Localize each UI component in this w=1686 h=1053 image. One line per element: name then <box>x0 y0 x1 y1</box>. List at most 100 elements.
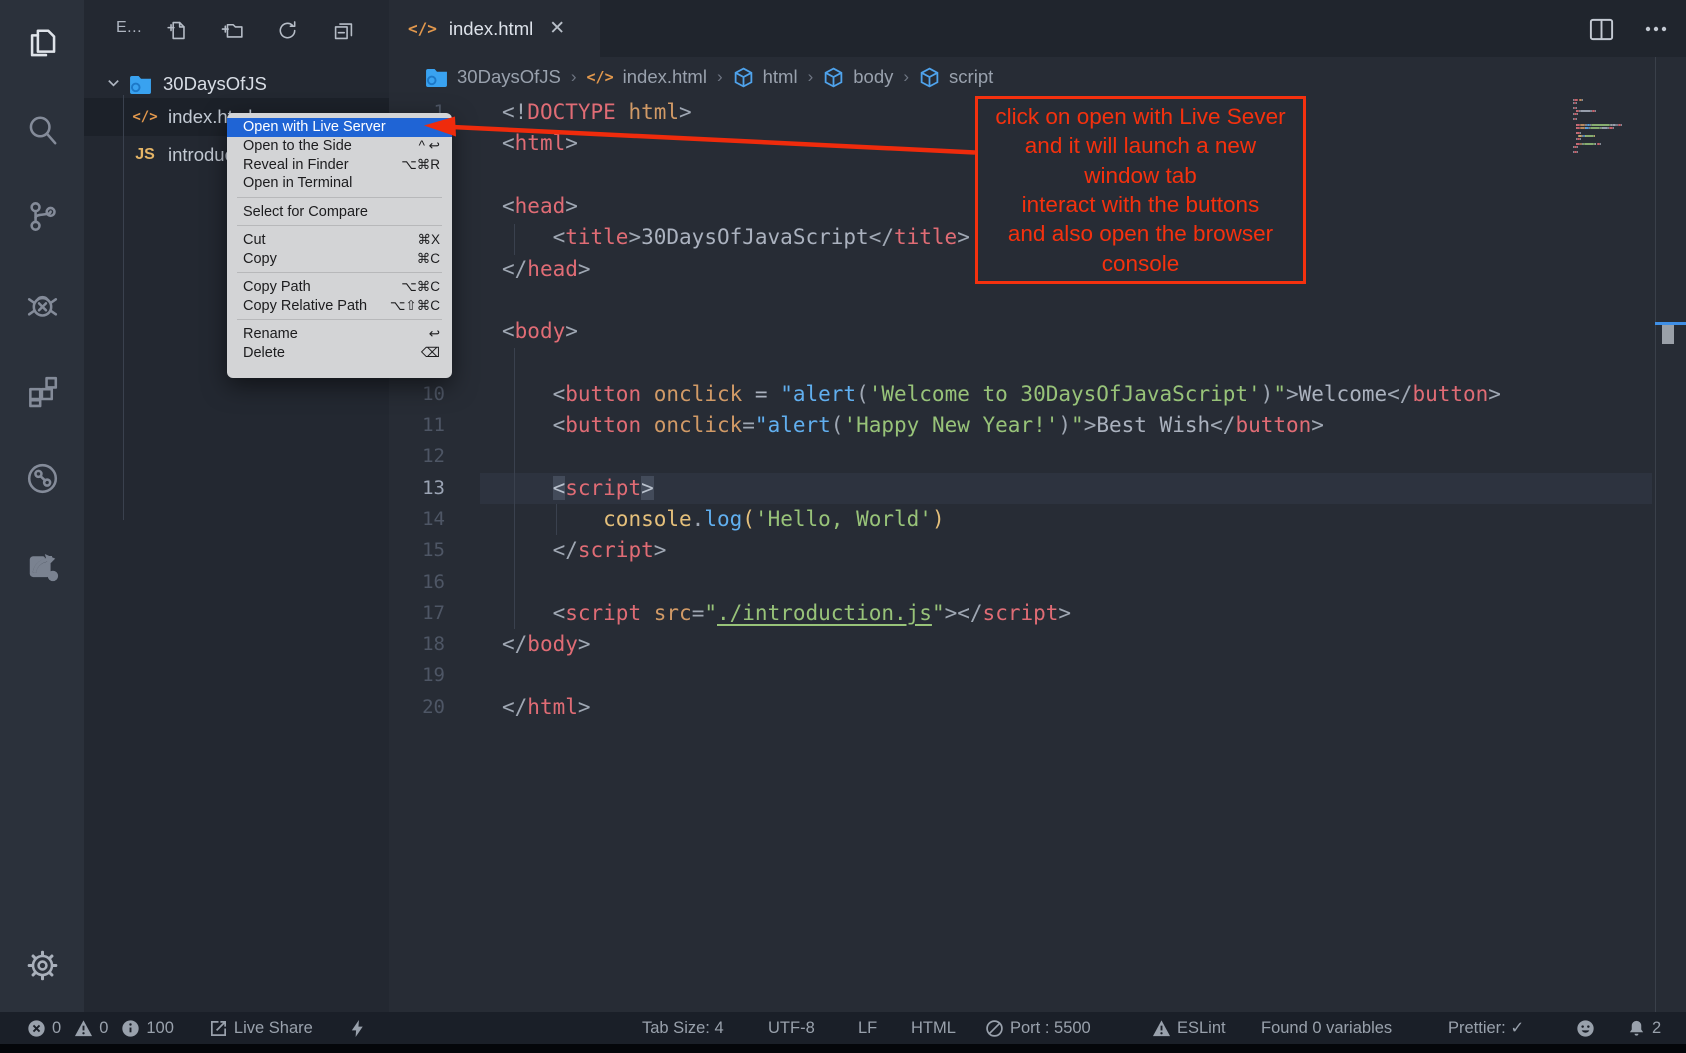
menu-item-copy-relative-path[interactable]: Copy Relative Path⌥⇧⌘C <box>227 296 452 315</box>
annotation-text-line: and it will launch a new <box>1025 131 1256 160</box>
status-prettier[interactable]: Prettier: ✓ <box>1448 1012 1524 1044</box>
code-line-7[interactable]: 7 <box>389 285 1686 316</box>
code-line-20[interactable]: 20</html> <box>389 692 1686 723</box>
shortcut-label: ⌫ <box>421 345 440 361</box>
bolt-icon <box>348 1019 367 1038</box>
tab-index-html[interactable]: </> index.html ✕ <box>389 0 600 57</box>
breadcrumb-30daysofjs[interactable]: 30DaysOfJS <box>425 66 561 88</box>
status-port-5500[interactable]: Port : 5500 <box>985 1012 1091 1044</box>
annotation-text-line: click on open with Live Sever <box>995 102 1285 131</box>
menu-divider <box>237 197 442 198</box>
share-icon <box>24 547 61 584</box>
html-file-icon: </> <box>408 19 437 38</box>
vscode-window: E... 30DaysOfJS</>index.htmlJSintroducti… <box>0 0 1686 1053</box>
menu-item-copy-path[interactable]: Copy Path⌥⌘C <box>227 278 452 297</box>
menu-item-delete[interactable]: Delete⌫ <box>227 343 452 362</box>
status-100[interactable]: 100 <box>121 1012 174 1044</box>
code-line-18[interactable]: 18</body> <box>389 629 1686 660</box>
code-line-14[interactable]: 14 console.log('Hello, World') <box>389 504 1686 535</box>
breadcrumb: 30DaysOfJS›</>index.html›html›body›scrip… <box>389 57 1686 97</box>
source-control-icon <box>24 198 61 235</box>
smiley-icon <box>1576 1019 1595 1038</box>
breadcrumb-index-html[interactable]: </>index.html <box>587 66 707 88</box>
status-2[interactable]: 2 <box>1627 1012 1661 1044</box>
code-line-16[interactable]: 16 <box>389 567 1686 598</box>
menu-item-cut[interactable]: Cut⌘X <box>227 231 452 250</box>
code-line-9[interactable]: 9 <box>389 347 1686 378</box>
more-actions-icon[interactable] <box>1641 14 1671 44</box>
line-number: 20 <box>389 692 445 723</box>
status-utf-8[interactable]: UTF-8 <box>768 1012 815 1044</box>
symbol-cube-icon <box>823 67 844 88</box>
activity-source-control-button[interactable] <box>0 185 84 247</box>
line-number: 16 <box>389 567 445 598</box>
line-number: 12 <box>389 441 445 472</box>
activity-share-button[interactable] <box>0 534 84 596</box>
menu-item-copy[interactable]: Copy⌘C <box>227 249 452 268</box>
status-found-0-variables[interactable]: Found 0 variables <box>1261 1012 1392 1044</box>
annotation-text-line: console <box>1102 249 1180 278</box>
tab-close-icon[interactable]: ✕ <box>549 17 565 40</box>
settings-gear-button[interactable] <box>0 934 84 996</box>
code-line-11[interactable]: 11 <button onclick="alert('Happy New Yea… <box>389 410 1686 441</box>
activity-bar <box>0 0 84 1012</box>
annotation-box: click on open with Live Severand it will… <box>975 96 1306 284</box>
line-number: 17 <box>389 598 445 629</box>
new-folder-icon[interactable] <box>219 17 245 43</box>
status-smiley[interactable] <box>1576 1012 1595 1044</box>
menu-item-open-with-live-server[interactable]: Open with Live Server <box>227 118 452 137</box>
code-line-19[interactable]: 19 <box>389 660 1686 691</box>
shortcut-label: ⌥⇧⌘C <box>390 298 440 314</box>
window-bottom-strip <box>0 1044 1686 1053</box>
live-share-icon <box>24 460 61 497</box>
status-bolt[interactable] <box>348 1012 367 1044</box>
line-number: 10 <box>389 379 445 410</box>
breadcrumb-script[interactable]: script <box>919 66 993 88</box>
live-share-box-icon <box>209 1019 228 1038</box>
breadcrumb-body[interactable]: body <box>823 66 893 88</box>
explorer-header: E... <box>84 0 389 58</box>
code-line-17[interactable]: 17 <script src="./introduction.js"></scr… <box>389 598 1686 629</box>
menu-item-reveal-in-finder[interactable]: Reveal in Finder⌥⌘R <box>227 155 452 174</box>
split-editor-icon[interactable] <box>1586 14 1616 44</box>
refresh-icon[interactable] <box>274 17 300 43</box>
error-icon <box>27 1019 46 1038</box>
activity-search-button[interactable] <box>0 99 84 161</box>
breadcrumb-html[interactable]: html <box>733 66 798 88</box>
code-line-15[interactable]: 15 </script> <box>389 535 1686 566</box>
status-lf[interactable]: LF <box>858 1012 877 1044</box>
status-eslint[interactable]: ESLint <box>1152 1012 1226 1044</box>
chevron-down-icon <box>106 73 121 95</box>
activity-explorer-button[interactable] <box>0 12 84 74</box>
code-line-8[interactable]: 8<body> <box>389 316 1686 347</box>
explorer-title: E... <box>116 19 142 37</box>
collapse-all-icon[interactable] <box>330 17 356 43</box>
activity-live-share-button[interactable] <box>0 447 84 509</box>
menu-item-rename[interactable]: Rename↩ <box>227 325 452 344</box>
code-line-10[interactable]: 10 <button onclick = "alert('Welcome to … <box>389 379 1686 410</box>
status-tab-size-4[interactable]: Tab Size: 4 <box>642 1012 724 1044</box>
menu-divider <box>237 319 442 320</box>
menu-item-open-in-terminal[interactable]: Open in Terminal <box>227 174 452 193</box>
status-live-share[interactable]: Live Share <box>209 1012 313 1044</box>
activity-run-debug-button[interactable] <box>0 273 84 335</box>
context-menu: Open with Live ServerOpen to the Side^ ↩… <box>227 113 452 378</box>
breadcrumb-separator: › <box>808 67 814 87</box>
code-line-12[interactable]: 12 <box>389 441 1686 472</box>
scrollbar-thumb[interactable] <box>1662 325 1674 344</box>
status-0[interactable]: 0 <box>74 1012 108 1044</box>
status-0[interactable]: 0 <box>27 1012 61 1044</box>
new-file-icon[interactable] <box>164 17 190 43</box>
bell-icon <box>1627 1019 1646 1038</box>
line-number: 19 <box>389 660 445 691</box>
warning-icon <box>74 1019 93 1038</box>
code-line-13[interactable]: 13 <script> <box>389 473 1686 504</box>
explorer-icon <box>24 25 61 62</box>
status-html[interactable]: HTML <box>911 1012 956 1044</box>
menu-item-select-for-compare[interactable]: Select for Compare <box>227 202 452 221</box>
minimap[interactable] <box>1573 99 1665 169</box>
menu-item-open-to-the-side[interactable]: Open to the Side^ ↩ <box>227 137 452 156</box>
activity-extensions-button[interactable] <box>0 360 84 422</box>
shortcut-label: ⌘C <box>417 251 440 267</box>
annotation-text-line: and also open the browser <box>1008 219 1273 248</box>
